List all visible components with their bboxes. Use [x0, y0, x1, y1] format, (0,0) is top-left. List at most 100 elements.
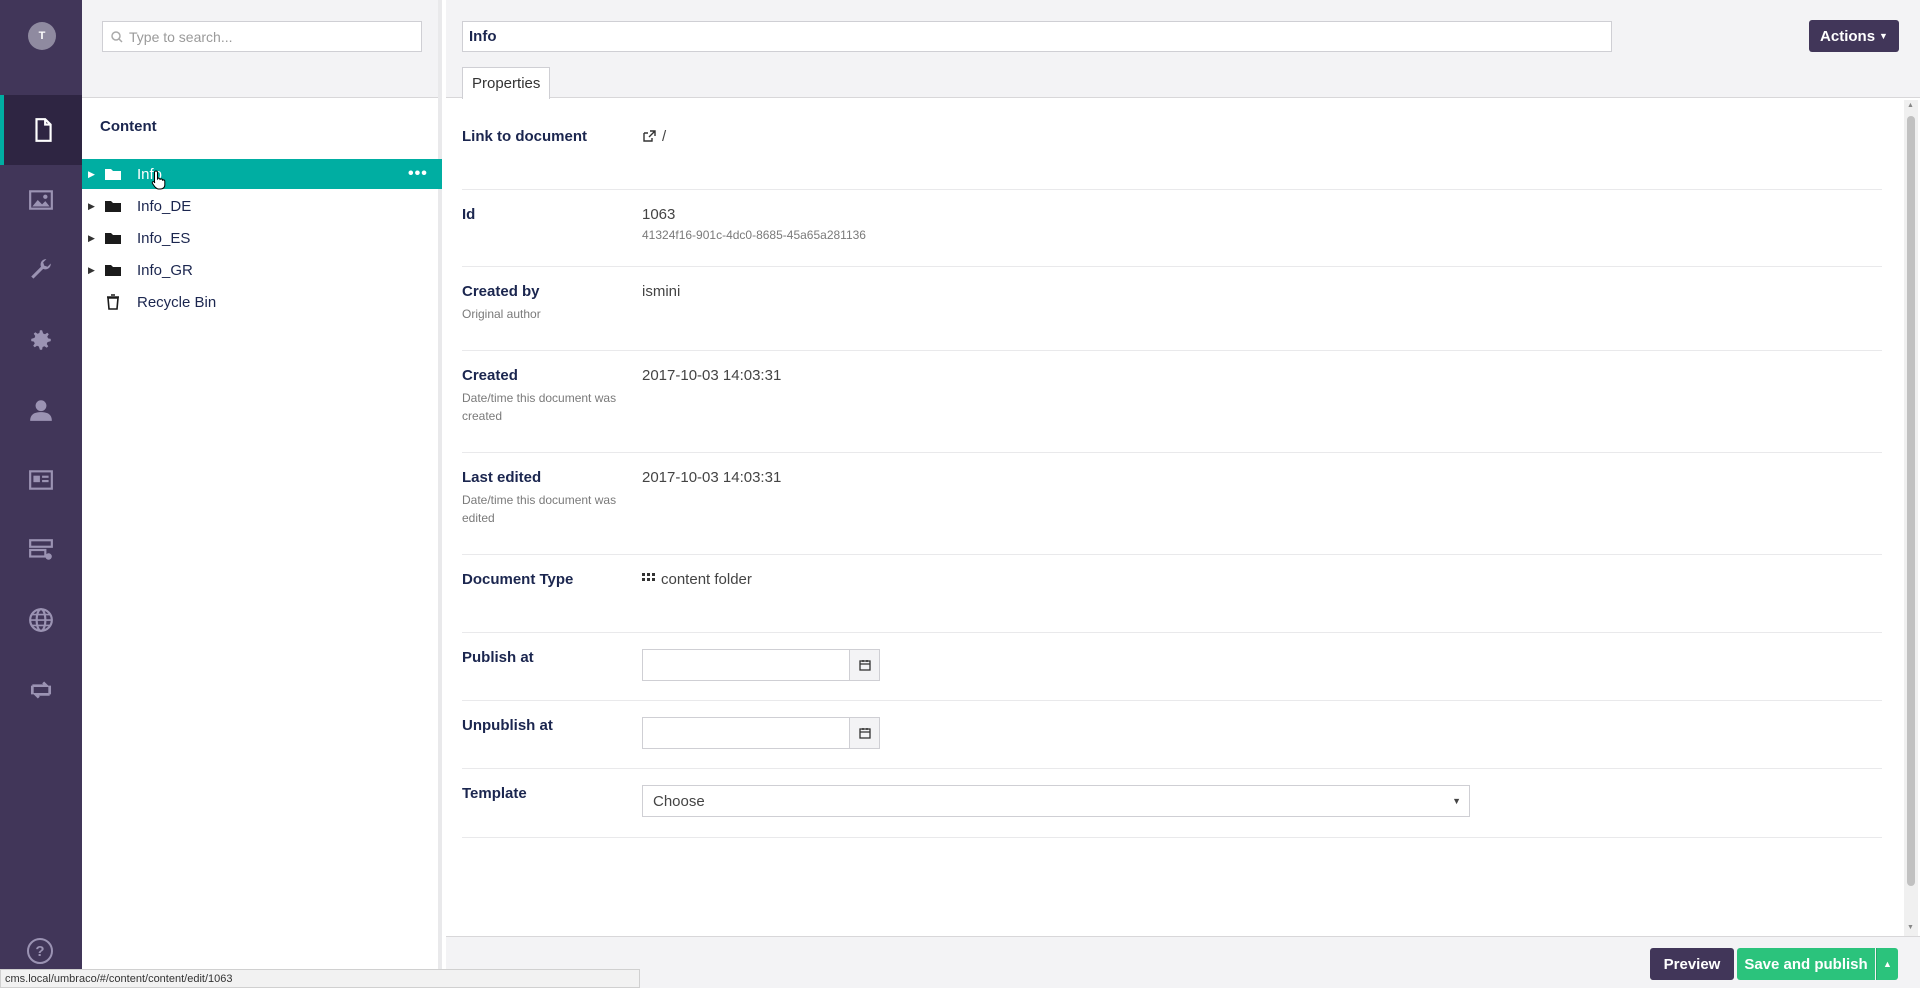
tab-properties[interactable]: Properties — [462, 67, 551, 99]
tree-item-info-gr[interactable]: ▶ Info_GR — [82, 255, 442, 285]
prop-description: Date/time this document was edited — [462, 493, 617, 525]
tree-item-label: Info_ES — [137, 229, 191, 247]
section-forms[interactable] — [0, 515, 82, 585]
save-and-publish-button[interactable]: Save and publish — [1737, 948, 1875, 980]
id-value: 1063 — [642, 206, 676, 223]
prop-link-to-document: Link to document / — [462, 100, 1882, 190]
section-content[interactable] — [0, 95, 82, 165]
tree-item-info[interactable]: ▶ Info ••• — [82, 159, 442, 189]
tree-item-label: Info — [137, 165, 163, 183]
prop-unpublish-at: Unpublish at — [462, 701, 1882, 769]
folder-icon — [105, 169, 121, 180]
template-selected-value: Choose — [653, 792, 705, 810]
section-settings[interactable] — [0, 235, 82, 305]
search-placeholder: Type to search... — [129, 28, 233, 45]
gear-icon — [31, 330, 51, 350]
sync-icon — [30, 681, 52, 699]
prop-document-type: Document Type content folder — [462, 555, 1882, 633]
document-type-link[interactable]: content folder — [642, 571, 752, 588]
chevron-down-icon: ▼ — [1452, 796, 1461, 806]
form-icon — [29, 539, 53, 560]
tree-item-info-de[interactable]: ▶ Info_DE — [82, 191, 442, 221]
chevron-up-icon[interactable]: ▲ — [1876, 948, 1898, 980]
actions-button[interactable]: Actions ▼ — [1809, 20, 1899, 52]
trash-icon — [107, 294, 119, 310]
prop-description: Original author — [462, 307, 541, 321]
tree-header: Type to search... — [82, 0, 438, 98]
browser-status-url: cms.local/umbraco/#/content/content/edit… — [0, 969, 640, 988]
chevron-down-icon: ▼ — [1879, 31, 1888, 41]
expand-caret-icon[interactable]: ▶ — [88, 169, 95, 180]
prop-last-edited: Last edited Date/time this document was … — [462, 453, 1882, 555]
id-card-icon — [29, 470, 53, 490]
unpublish-at-input[interactable] — [642, 717, 850, 749]
section-users[interactable] — [0, 375, 82, 445]
tree-item-recycle-bin[interactable]: Recycle Bin — [82, 287, 442, 317]
document-link[interactable]: / — [642, 128, 666, 145]
external-link-icon — [643, 130, 656, 142]
expand-caret-icon[interactable]: ▶ — [88, 233, 95, 244]
section-media[interactable] — [0, 165, 82, 235]
expand-caret-icon[interactable]: ▶ — [88, 201, 95, 212]
prop-publish-at: Publish at — [462, 633, 1882, 701]
prop-label: Created — [462, 367, 518, 384]
document-name-input[interactable]: Info — [462, 21, 1612, 52]
prop-label: Document Type — [462, 571, 574, 588]
template-select[interactable]: Choose ▼ — [642, 785, 1470, 817]
document-icon — [35, 118, 52, 142]
folder-icon — [105, 265, 121, 276]
help-icon[interactable]: ? — [27, 938, 53, 964]
publish-at-input[interactable] — [642, 649, 850, 681]
prop-label: Id — [462, 206, 476, 223]
expand-caret-icon[interactable]: ▶ — [88, 265, 95, 276]
search-icon — [111, 30, 123, 43]
search-input[interactable]: Type to search... — [102, 21, 422, 52]
prop-label: Publish at — [462, 649, 534, 666]
user-icon — [30, 400, 52, 421]
last-edited-value: 2017-10-03 14:03:31 — [642, 469, 782, 486]
editor-panel: Info Actions ▼ Properties Link to docume… — [446, 0, 1920, 988]
link-value: / — [662, 128, 667, 145]
globe-icon — [29, 608, 53, 632]
wrench-icon — [31, 259, 51, 279]
content-tree-panel: Type to search... Content ▶ Info ••• ▶ I… — [82, 0, 442, 988]
calendar-icon[interactable] — [850, 717, 880, 749]
prop-label: Template — [462, 785, 527, 802]
scroll-up-icon[interactable]: ▲ — [1907, 102, 1914, 109]
prop-id: Id 1063 41324f16-901c-4dc0-8685-45a65a28… — [462, 190, 1882, 267]
tree-item-label: Info_DE — [137, 197, 192, 215]
actions-label: Actions — [1820, 27, 1876, 45]
scrollbar-thumb[interactable] — [1907, 116, 1915, 886]
prop-label: Unpublish at — [462, 717, 553, 734]
folder-icon — [105, 233, 121, 244]
section-translation[interactable] — [0, 585, 82, 655]
folder-icon — [105, 201, 121, 212]
scroll-down-icon[interactable]: ▼ — [1907, 924, 1914, 931]
tree-title: Content — [100, 118, 157, 135]
section-members[interactable] — [0, 445, 82, 515]
section-deploy[interactable] — [0, 655, 82, 725]
section-developer[interactable] — [0, 305, 82, 375]
user-avatar[interactable]: T — [28, 22, 56, 50]
editor-footer: Preview Save and publish ▲ — [446, 936, 1920, 988]
prop-label: Link to document — [462, 128, 587, 145]
hand-cursor-icon — [151, 170, 166, 190]
editor-scrollbar[interactable]: ▲ ▼ — [1904, 100, 1918, 936]
image-icon — [29, 190, 53, 210]
prop-template: Template Choose ▼ — [462, 769, 1882, 838]
created-value: 2017-10-03 14:03:31 — [642, 367, 782, 384]
tree-item-label: Info_GR — [137, 261, 193, 279]
options-icon[interactable]: ••• — [408, 165, 430, 183]
calendar-icon[interactable] — [850, 649, 880, 681]
prop-label: Last edited — [462, 469, 542, 486]
preview-button[interactable]: Preview — [1650, 948, 1734, 980]
prop-created-by: Created by Original author ismini — [462, 267, 1882, 351]
tree-item-info-es[interactable]: ▶ Info_ES — [82, 223, 442, 253]
app-sections-rail: T ? — [0, 0, 82, 988]
prop-created: Created Date/time this document was crea… — [462, 351, 1882, 453]
tree-item-label: Recycle Bin — [137, 293, 217, 311]
created-by-value: ismini — [642, 283, 681, 300]
guid-value: 41324f16-901c-4dc0-8685-45a65a281136 — [642, 228, 866, 242]
editor-header: Info Actions ▼ Properties — [446, 0, 1920, 99]
document-type-value: content folder — [661, 571, 752, 588]
